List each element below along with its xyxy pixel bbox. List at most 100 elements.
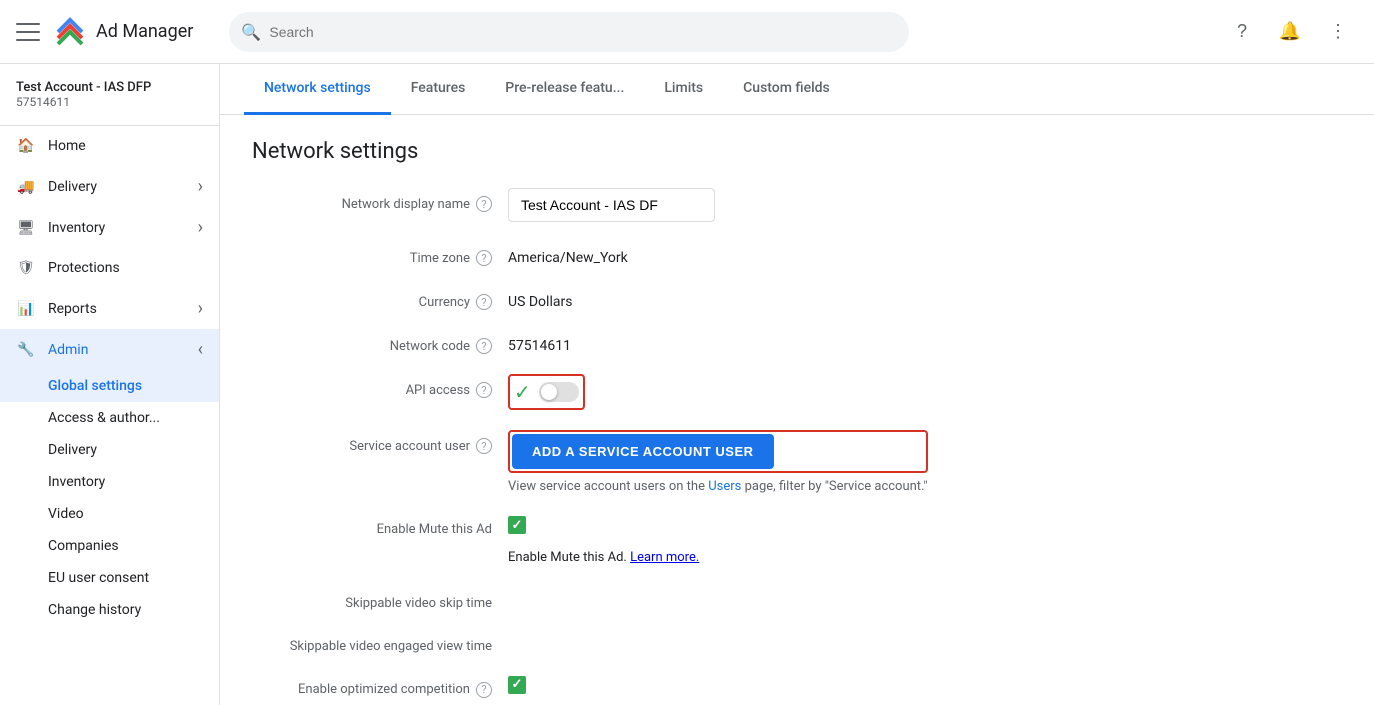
tab-features[interactable]: Features [391, 64, 486, 115]
menu-icon[interactable] [16, 20, 40, 44]
timezone-label: Time zone ? [252, 242, 492, 266]
service-account-value: ADD A SERVICE ACCOUNT USER View service … [508, 430, 1342, 494]
tab-limits[interactable]: Limits [644, 64, 723, 115]
tabs-bar: Network settings Features Pre-release fe… [220, 64, 1374, 115]
sidebar-sub-video-label: Video [48, 506, 84, 522]
more-button[interactable]: ⋮ [1318, 12, 1358, 52]
optimized-competition-value: ✓ Select to enable optimized competition… [508, 674, 1342, 705]
enable-mute-checkbox-wrap: ✓ [508, 514, 526, 534]
help-button[interactable]: ? [1222, 12, 1262, 52]
search-container: 🔍 [229, 12, 909, 52]
sidebar-item-home[interactable]: 🏠 Home [0, 126, 219, 166]
api-access-check-icon: ✓ [514, 380, 531, 404]
network-code-row: Network code ? 57514611 [252, 330, 1342, 354]
sidebar-sub-access[interactable]: Access & author... [0, 402, 219, 434]
sidebar-sub-access-label: Access & author... [48, 410, 160, 426]
tab-network-settings[interactable]: Network settings [244, 64, 391, 115]
tab-prerelease[interactable]: Pre-release featu... [485, 64, 644, 115]
currency-label: Currency ? [252, 286, 492, 310]
sidebar-sub-inventory-label: Inventory [48, 474, 105, 490]
sidebar-sub-delivery[interactable]: Delivery [0, 434, 219, 466]
network-code-value: 57514611 [508, 330, 1342, 354]
optimized-competition-checkbox[interactable]: ✓ [508, 676, 526, 694]
enable-mute-description: Enable Mute this Ad. Learn more. [508, 548, 699, 568]
service-account-btn-wrap: ADD A SERVICE ACCOUNT USER [508, 430, 928, 473]
sidebar-sub-eu-consent[interactable]: EU user consent [0, 562, 219, 594]
enable-mute-value: ✓ Enable Mute this Ad. Learn more. [508, 514, 1342, 568]
search-icon: 🔍 [241, 22, 261, 41]
network-code-label: Network code ? [252, 330, 492, 354]
timezone-help[interactable]: ? [476, 250, 492, 266]
sidebar-sub-change-history[interactable]: Change history [0, 594, 219, 626]
main-content: Network settings Features Pre-release fe… [220, 64, 1374, 705]
api-access-row: API access ? ✓ [252, 374, 1342, 410]
reports-icon: 📊 [16, 299, 36, 319]
admin-chevron: ‹ [198, 339, 203, 360]
sidebar-sub-global-label: Global settings [48, 378, 142, 394]
sidebar-item-protections[interactable]: 🛡 Protections [0, 248, 219, 288]
delivery-chevron: › [198, 176, 203, 197]
api-access-label: API access ? [252, 374, 492, 398]
optimized-competition-help[interactable]: ? [476, 682, 492, 698]
inventory-chevron: › [198, 217, 203, 238]
network-display-name-row: Network display name ? [252, 188, 1342, 222]
sidebar-sub-inventory[interactable]: Inventory [0, 466, 219, 498]
network-display-name-label: Network display name ? [252, 188, 492, 212]
account-name: Test Account - IAS DFP [16, 80, 203, 95]
sidebar-item-reports[interactable]: 📊 Reports › [0, 288, 219, 329]
users-page-link[interactable]: Users [708, 479, 741, 494]
sidebar-protections-label: Protections [48, 260, 203, 276]
delivery-icon: 🚚 [16, 177, 36, 197]
enable-mute-checkbox[interactable]: ✓ [508, 516, 526, 534]
sidebar-sub-companies[interactable]: Companies [0, 530, 219, 562]
skippable-engaged-row: Skippable video engaged view time [252, 631, 1342, 654]
service-link-text: View service account users on the Users … [508, 479, 928, 494]
sidebar-item-admin[interactable]: 🔧 Admin ‹ [0, 329, 219, 370]
api-access-help[interactable]: ? [476, 382, 492, 398]
sidebar-sub-global-settings[interactable]: Global settings [0, 370, 219, 402]
tab-custom-fields[interactable]: Custom fields [723, 64, 850, 115]
topbar: Ad Manager 🔍 ? 🔔 ⋮ [0, 0, 1374, 64]
add-service-account-button[interactable]: ADD A SERVICE ACCOUNT USER [512, 434, 774, 469]
enable-mute-learn-link[interactable]: Learn more. [630, 550, 699, 565]
sidebar-sub-eu-label: EU user consent [48, 570, 149, 586]
api-access-value: ✓ [508, 374, 1342, 410]
search-input[interactable] [229, 12, 909, 52]
skippable-skip-row: Skippable video skip time [252, 588, 1342, 611]
skippable-skip-label: Skippable video skip time [252, 588, 492, 611]
sidebar-admin-label: Admin [48, 342, 186, 358]
page-title: Network settings [252, 139, 1342, 164]
network-code-help[interactable]: ? [476, 338, 492, 354]
currency-value: US Dollars [508, 286, 1342, 310]
topbar-actions: ? 🔔 ⋮ [1222, 12, 1358, 52]
timezone-row: Time zone ? America/New_York [252, 242, 1342, 266]
logo-svg [52, 14, 88, 50]
optimized-competition-row: Enable optimized competition ? ✓ Select … [252, 674, 1342, 705]
skippable-engaged-label: Skippable video engaged view time [252, 631, 492, 654]
timezone-value: America/New_York [508, 242, 1342, 266]
app-logo[interactable]: Ad Manager [52, 14, 193, 50]
sidebar: Test Account - IAS DFP 57514611 🏠 Home 🚚… [0, 64, 220, 705]
sidebar-sub-delivery-label: Delivery [48, 442, 97, 458]
optimized-competition-label: Enable optimized competition ? [252, 674, 492, 698]
sidebar-sub-companies-label: Companies [48, 538, 119, 554]
sidebar-reports-label: Reports [48, 301, 186, 317]
sidebar-item-delivery[interactable]: 🚚 Delivery › [0, 166, 219, 207]
api-access-toggle[interactable] [539, 382, 579, 402]
sidebar-item-inventory[interactable]: 🖥 Inventory › [0, 207, 219, 248]
account-info: Test Account - IAS DFP 57514611 [0, 64, 219, 126]
notifications-button[interactable]: 🔔 [1270, 12, 1310, 52]
service-account-help[interactable]: ? [476, 438, 492, 454]
sidebar-sub-change-label: Change history [48, 602, 141, 618]
sidebar-sub-video[interactable]: Video [0, 498, 219, 530]
service-account-wrap: ADD A SERVICE ACCOUNT USER View service … [508, 430, 928, 494]
app-title: Ad Manager [96, 21, 193, 42]
network-display-name-value [508, 188, 1342, 222]
network-display-name-help[interactable]: ? [476, 196, 492, 212]
api-access-toggle-wrap: ✓ [508, 374, 585, 410]
currency-help[interactable]: ? [476, 294, 492, 310]
layout: Test Account - IAS DFP 57514611 🏠 Home 🚚… [0, 64, 1374, 705]
network-display-name-input[interactable] [508, 188, 715, 222]
sidebar-delivery-label: Delivery [48, 179, 186, 195]
protections-icon: 🛡 [16, 258, 36, 278]
